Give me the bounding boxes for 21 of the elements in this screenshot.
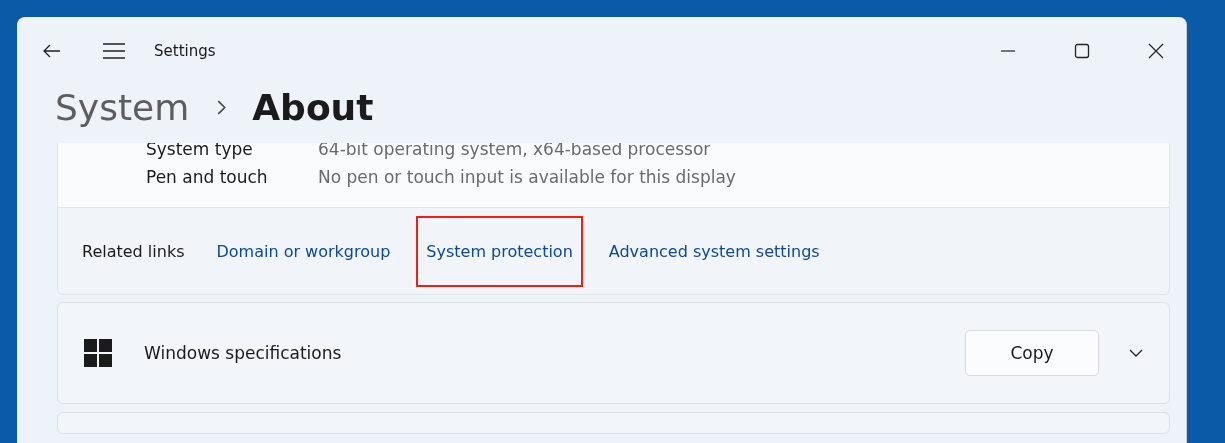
close-icon[interactable] [1148, 43, 1164, 59]
chevron-icon[interactable] [1129, 349, 1143, 357]
chevron-right-icon [217, 99, 227, 115]
breadcrumb-parent[interactable]: System [55, 86, 190, 128]
windows-specifications-card[interactable]: Windows specifications Copy [57, 302, 1170, 404]
window-title: Settings [154, 42, 216, 60]
page-title: About [252, 86, 374, 128]
back-arrow-icon[interactable] [43, 44, 61, 58]
spec-label: System type [146, 143, 254, 159]
maximize-icon[interactable] [1074, 43, 1090, 59]
spec-value: No pen or touch input is available for this display [318, 167, 736, 187]
related-links-label: Related links [82, 241, 185, 261]
spec-value: 64-bit operating system, x64-based processor [318, 143, 711, 159]
related-link[interactable]: System protection [416, 215, 583, 287]
related-link[interactable]: Advanced system settings [598, 215, 830, 287]
windows-logo-icon [84, 339, 112, 367]
section-title: Windows specifications [144, 343, 342, 363]
copy-button[interactable]: Copy [965, 330, 1099, 376]
related-link[interactable]: Domain or workgroup [206, 215, 401, 287]
spec-label: Pen and touch [146, 167, 269, 187]
menu-icon[interactable] [103, 43, 125, 59]
